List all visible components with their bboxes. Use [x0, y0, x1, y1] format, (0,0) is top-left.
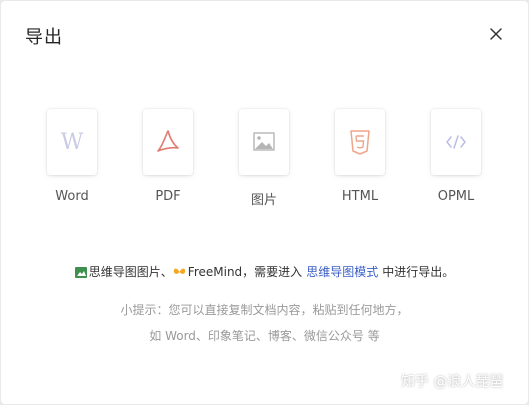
export-opml-button[interactable] [431, 109, 481, 175]
export-word-button[interactable]: W [47, 109, 97, 175]
image-icon [253, 132, 275, 151]
pdf-icon [157, 130, 179, 152]
mindmap-mode-link[interactable]: 思维导图模式 [306, 265, 378, 279]
export-image-button[interactable] [239, 109, 289, 175]
export-dialog: 导出 W Word PDF 图片 HTML OPML 思维导图图片、 FreeM… [1, 1, 528, 404]
freemind-icon [173, 268, 185, 274]
freemind-text: FreeMind，需要进入 [187, 265, 303, 279]
close-icon[interactable] [488, 26, 504, 42]
word-icon: W [61, 130, 84, 155]
dialog-title: 导出 [25, 27, 63, 48]
tip-line-2: 如 Word、印象笔记、博客、微信公众号 等 [149, 329, 380, 343]
info-suffix: 中进行导出。 [382, 265, 455, 279]
export-info-line: 思维导图图片、 FreeMind，需要进入 思维导图模式 中进行导出。 [1, 263, 528, 280]
export-pdf-label: PDF [155, 189, 181, 204]
export-html-button[interactable] [335, 109, 385, 175]
mindmap-image-icon [74, 267, 87, 278]
export-opml-label: OPML [437, 189, 475, 204]
svg-text:W: W [61, 130, 84, 155]
export-pdf-button[interactable] [143, 109, 193, 175]
tip-line-1: 小提示：您可以直接复制文档内容，粘贴到任何地方， [120, 303, 409, 317]
mindmap-image-text: 思维导图图片、 [88, 265, 173, 279]
export-image-label: 图片 [250, 193, 277, 208]
export-html-label: HTML [341, 189, 379, 204]
export-word-label: Word [55, 189, 89, 204]
watermark: 知乎 @浪人琵琶 [401, 374, 504, 390]
code-icon [446, 135, 466, 149]
html5-icon [350, 130, 370, 155]
